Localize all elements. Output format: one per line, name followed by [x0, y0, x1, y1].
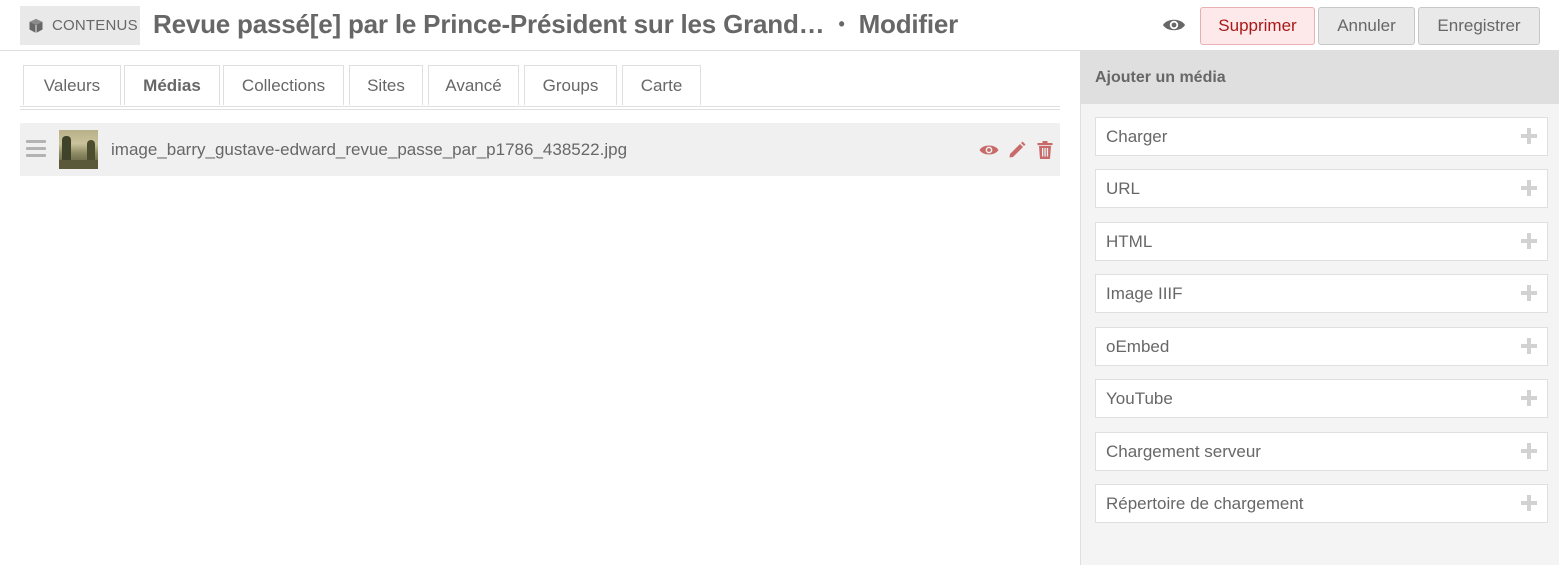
- option-label: Charger: [1106, 126, 1168, 146]
- option-label: Image IIIF: [1106, 283, 1183, 303]
- media-thumbnail: [59, 130, 98, 169]
- add-media-youtube[interactable]: YouTube: [1095, 379, 1548, 418]
- tab-collections[interactable]: Collections: [223, 65, 344, 105]
- section-label-text: CONTENUS: [52, 17, 138, 34]
- page-title: Revue passé[e] par le Prince-Président s…: [153, 9, 958, 40]
- tab-valeurs[interactable]: Valeurs: [23, 65, 121, 105]
- add-media-html[interactable]: HTML: [1095, 222, 1548, 261]
- add-media-upload[interactable]: Charger: [1095, 117, 1548, 156]
- delete-trash-icon[interactable]: [1034, 139, 1056, 161]
- drag-handle-icon[interactable]: [26, 140, 46, 158]
- cancel-button[interactable]: Annuler: [1318, 7, 1415, 45]
- option-label: YouTube: [1106, 388, 1173, 408]
- media-filename[interactable]: image_barry_gustave-edward_revue_passe_p…: [111, 140, 627, 160]
- option-label: Chargement serveur: [1106, 441, 1261, 461]
- plus-icon: [1521, 338, 1537, 354]
- tab-avance[interactable]: Avancé: [428, 65, 519, 105]
- view-public-icon[interactable]: [1162, 14, 1186, 36]
- plus-icon: [1521, 285, 1537, 301]
- plus-icon: [1521, 390, 1537, 406]
- add-media-iiif[interactable]: Image IIIF: [1095, 274, 1548, 313]
- view-icon[interactable]: [978, 139, 1000, 161]
- option-label: oEmbed: [1106, 336, 1170, 356]
- option-label: Répertoire de chargement: [1106, 493, 1304, 513]
- page-header: CONTENUS Revue passé[e] par le Prince-Pr…: [0, 0, 1559, 51]
- plus-icon: [1521, 128, 1537, 144]
- item-title: Revue passé[e] par le Prince-Président s…: [153, 9, 825, 39]
- cube-icon: [28, 18, 44, 34]
- tab-carte[interactable]: Carte: [622, 65, 701, 105]
- section-label: CONTENUS: [20, 6, 140, 45]
- delete-button[interactable]: Supprimer: [1200, 7, 1315, 45]
- plus-icon: [1521, 495, 1537, 511]
- add-media-upload-directory[interactable]: Répertoire de chargement: [1095, 484, 1548, 523]
- add-media-server-upload[interactable]: Chargement serveur: [1095, 432, 1548, 471]
- add-media-oembed[interactable]: oEmbed: [1095, 327, 1548, 366]
- section-tabs: Valeurs Médias Collections Sites Avancé …: [20, 65, 1060, 110]
- tab-medias[interactable]: Médias: [124, 65, 220, 105]
- tab-sites[interactable]: Sites: [349, 65, 423, 105]
- add-media-sidebar: Ajouter un média Charger URL HTML Image …: [1080, 51, 1559, 565]
- plus-icon: [1521, 443, 1537, 459]
- add-media-url[interactable]: URL: [1095, 169, 1548, 208]
- plus-icon: [1521, 233, 1537, 249]
- media-list-item: image_barry_gustave-edward_revue_passe_p…: [20, 123, 1060, 176]
- tab-groups[interactable]: Groups: [524, 65, 617, 105]
- plus-icon: [1521, 180, 1537, 196]
- title-separator: •: [838, 14, 845, 34]
- media-actions: [978, 139, 1056, 161]
- page-mode: Modifier: [858, 9, 959, 39]
- sidebar-heading: Ajouter un média: [1081, 51, 1559, 104]
- option-label: HTML: [1106, 231, 1153, 251]
- edit-pencil-icon[interactable]: [1006, 139, 1028, 161]
- option-label: URL: [1106, 178, 1141, 198]
- save-button[interactable]: Enregistrer: [1418, 7, 1540, 45]
